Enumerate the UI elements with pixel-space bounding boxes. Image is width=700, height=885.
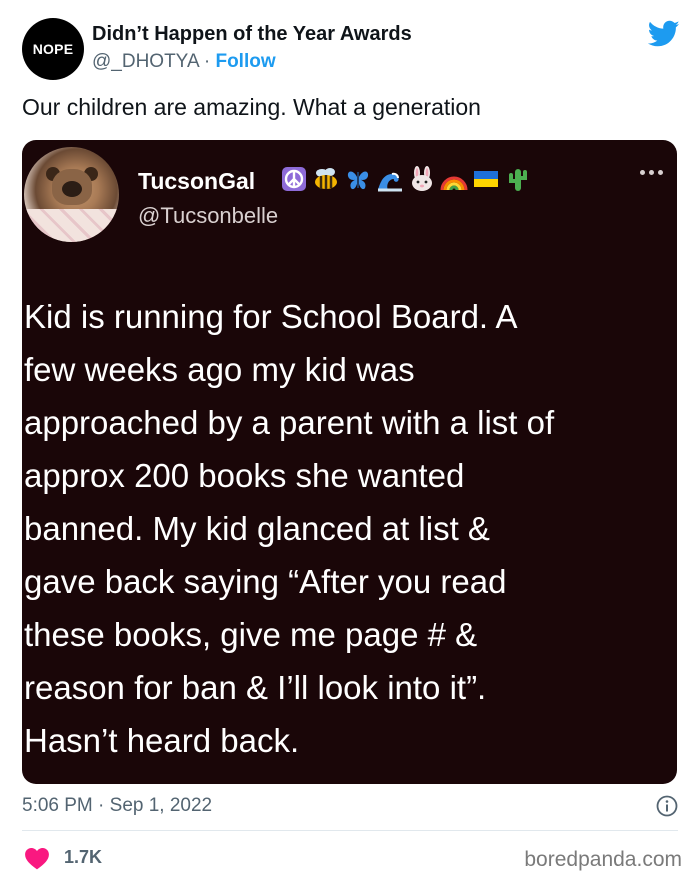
tweet-timestamp[interactable]: 5:06 PM · Sep 1, 2022 <box>22 795 212 817</box>
handle-separator: · <box>198 51 216 72</box>
account-avatar[interactable]: NOPE <box>22 18 84 80</box>
follow-button[interactable]: Follow <box>215 51 275 72</box>
rabbit-icon <box>408 165 436 193</box>
more-options-icon[interactable] <box>640 170 663 175</box>
footer-divider <box>22 830 678 831</box>
body-line: few weeks ago my kid was <box>24 351 415 388</box>
peace-symbol-icon <box>280 165 308 193</box>
name-emojis <box>280 165 532 193</box>
body-line: banned. My kid glanced at list & <box>24 510 490 547</box>
rainbow-icon <box>440 165 468 193</box>
account-handle[interactable]: @_DHOTYA <box>92 51 199 72</box>
cactus-icon <box>504 165 532 193</box>
embedded-tweet-body: Kid is running for School Board. A few w… <box>24 290 674 767</box>
body-line: Hasn’t heard back. <box>24 722 300 759</box>
body-line: Kid is running for School Board. A <box>24 298 518 335</box>
body-line: reason for ban & I’ll look into it”. <box>24 669 487 706</box>
twitter-bird-icon[interactable] <box>648 20 680 48</box>
ukraine-flag-icon <box>472 165 500 193</box>
embedded-tweet-image[interactable]: TucsonGal @Tucsonbelle Kid is running fo… <box>22 140 677 784</box>
pug-avatar <box>24 147 119 242</box>
avatar-blanket <box>24 209 119 242</box>
embedded-account-handle: @Tucsonbelle <box>138 203 279 228</box>
account-name[interactable]: Didn’t Happen of the Year Awards <box>92 23 412 46</box>
tweet-text: Our children are amazing. What a generat… <box>22 94 481 120</box>
like-count[interactable]: 1.7K <box>64 847 102 868</box>
account-handle-line: @_DHOTYA · Follow <box>92 51 276 73</box>
body-line: these books, give me page # & <box>24 616 478 653</box>
heart-icon[interactable] <box>24 846 50 870</box>
wave-icon <box>376 165 404 193</box>
watermark: boredpanda.com <box>524 848 682 871</box>
avatar-muzzle <box>62 181 82 197</box>
butterfly-icon <box>344 165 372 193</box>
body-line: approx 200 books she wanted <box>24 457 465 494</box>
tweet-header: NOPE Didn’t Happen of the Year Awards @_… <box>22 14 682 84</box>
bee-icon <box>312 165 340 193</box>
info-icon[interactable] <box>656 795 678 817</box>
body-line: gave back saying “After you read <box>24 563 507 600</box>
embedded-account-name: TucsonGal <box>138 168 256 194</box>
body-line: approached by a parent with a list of <box>24 404 555 441</box>
